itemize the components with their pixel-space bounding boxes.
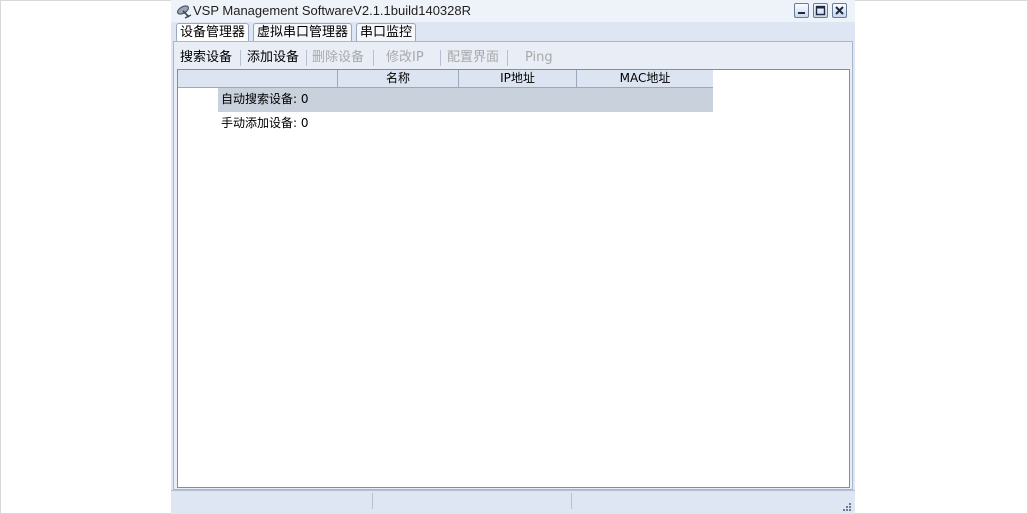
toolbar: 搜索设备 添加设备 删除设备 修改IP 配置界面 Ping bbox=[177, 47, 849, 69]
app-window: VSP Management SoftwareV2.1.1build140328… bbox=[171, 0, 855, 514]
toolbar-separator bbox=[306, 50, 307, 66]
column-header-ip[interactable]: IP地址 bbox=[459, 70, 577, 87]
window-title: VSP Management SoftwareV2.1.1build140328… bbox=[193, 3, 472, 18]
device-grid[interactable]: 名称 IP地址 MAC地址 自动搜索设备: 0 手动添加设备: 0 bbox=[177, 69, 850, 488]
close-button[interactable] bbox=[832, 3, 847, 18]
tab-serial-monitor[interactable]: 串口监控 bbox=[356, 23, 417, 41]
minimize-icon bbox=[798, 12, 805, 14]
tab-bar: 设备管理器 虚拟串口管理器 串口监控 bbox=[173, 22, 853, 42]
toolbar-separator bbox=[507, 50, 508, 66]
status-bar bbox=[171, 490, 855, 513]
column-header-mac[interactable]: MAC地址 bbox=[577, 70, 713, 87]
maximize-button[interactable] bbox=[813, 3, 828, 18]
title-bar[interactable]: VSP Management SoftwareV2.1.1build140328… bbox=[171, 0, 855, 22]
grid-header: 名称 IP地址 MAC地址 bbox=[178, 70, 713, 88]
toolbar-separator bbox=[240, 50, 241, 66]
resize-grip-icon[interactable] bbox=[841, 500, 851, 511]
maximize-icon bbox=[815, 5, 826, 16]
config-interface-button[interactable]: 配置界面 bbox=[447, 48, 499, 68]
group-label: 自动搜索设备: 0 bbox=[221, 92, 309, 106]
close-icon bbox=[835, 6, 844, 15]
group-row-auto-search[interactable]: 自动搜索设备: 0 bbox=[218, 88, 713, 112]
group-label: 手动添加设备: 0 bbox=[221, 116, 309, 130]
satellite-dish-icon bbox=[176, 3, 192, 19]
device-manager-panel: 搜索设备 添加设备 删除设备 修改IP 配置界面 Ping 名称 IP地址 MA… bbox=[173, 41, 853, 490]
minimize-button[interactable] bbox=[794, 3, 809, 18]
group-row-manual-add[interactable]: 手动添加设备: 0 bbox=[218, 112, 713, 136]
status-pane-divider bbox=[372, 493, 373, 509]
toolbar-separator bbox=[440, 50, 441, 66]
column-header-blank[interactable] bbox=[178, 70, 338, 87]
modify-ip-button[interactable]: 修改IP bbox=[386, 48, 424, 68]
column-header-name[interactable]: 名称 bbox=[338, 70, 459, 87]
search-devices-button[interactable]: 搜索设备 bbox=[180, 48, 232, 68]
tab-device-manager[interactable]: 设备管理器 bbox=[176, 23, 250, 41]
status-pane-divider bbox=[571, 493, 572, 509]
delete-device-button[interactable]: 删除设备 bbox=[312, 48, 364, 68]
add-device-button[interactable]: 添加设备 bbox=[247, 48, 299, 68]
tab-virtual-serial-manager[interactable]: 虚拟串口管理器 bbox=[253, 23, 353, 41]
ping-button[interactable]: Ping bbox=[525, 48, 553, 68]
toolbar-separator bbox=[373, 50, 374, 66]
